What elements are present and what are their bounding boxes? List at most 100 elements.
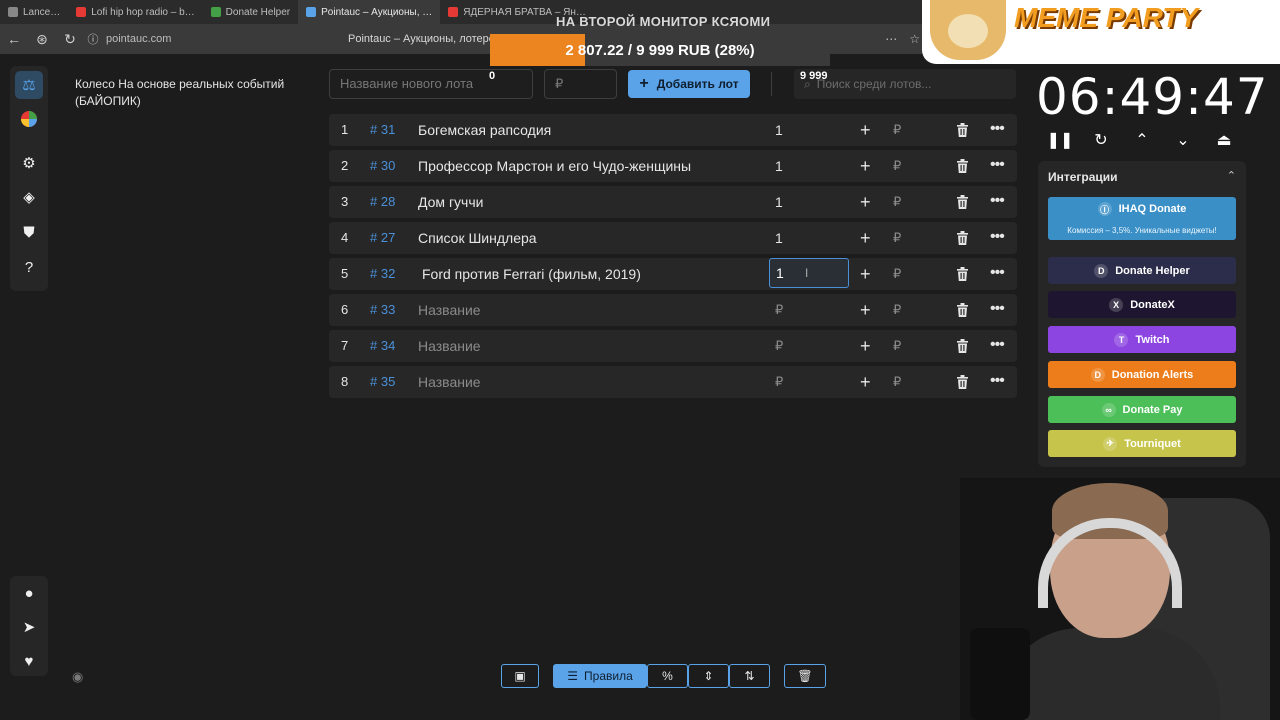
add-amount-icon[interactable]: + [860,222,871,254]
wheel-icon[interactable] [15,105,43,133]
settings-icon[interactable]: ⚙ [15,149,43,177]
more-options-icon[interactable]: ••• [990,222,1005,252]
integration-ihaq-donate-button[interactable]: Ⓘ IHAQ Donate Комиссия – 3,5%. Уникальные … [1048,197,1236,240]
add-amount-icon[interactable]: + [860,258,871,290]
pause-icon[interactable]: ❚❚ [1047,128,1074,152]
delete-icon[interactable] [956,123,970,137]
meme-party-banner: MEME PARTY [922,0,1280,64]
add-amount-icon[interactable]: + [860,150,871,182]
lot-index: 1 [341,122,349,137]
rules-label: Правила [584,669,633,683]
github-icon[interactable]: ● [15,579,43,607]
lot-id: # 32 [370,266,396,281]
eject-icon[interactable]: ⏏ [1212,128,1236,152]
lot-amount[interactable]: 1 [775,186,783,218]
percent-button[interactable]: % [647,664,688,688]
clear-all-button[interactable]: 🗑 [784,664,826,688]
ruble-icon[interactable]: ₽ [893,258,901,290]
help-icon[interactable]: ? [15,253,43,281]
new-lot-price-input[interactable]: ₽ [544,69,617,99]
lot-name[interactable]: Список Шиндлера [418,222,537,254]
lot-amount[interactable]: 1 [775,222,783,254]
delete-icon[interactable] [956,159,970,173]
lot-name[interactable]: Профессор Марстон и его Чудо-женщины [418,150,691,182]
sort-button[interactable]: ⇅ [729,664,770,688]
lot-name[interactable]: Название [418,366,481,398]
lot-amount-input[interactable]: 1 [769,258,849,288]
delete-icon[interactable] [956,267,970,281]
browser-tab[interactable]: Pointauc – Аукционы, … [298,0,441,24]
telegram-icon[interactable]: ➤ [15,613,43,641]
lot-row: 4 # 27 Список Шиндлера 1 + ₽ ••• [329,222,1017,254]
layers-icon[interactable]: ◈ [15,183,43,211]
reset-icon[interactable]: ↻ [1089,128,1113,152]
url-field[interactable]: pointauc.com [106,33,336,45]
delete-icon[interactable] [956,375,970,389]
ruble-icon[interactable]: ₽ [893,222,901,254]
ruble-icon[interactable]: ₽ [893,366,901,398]
add-amount-icon[interactable]: + [860,294,871,326]
left-sidebar: ⚖ ⚙ ◈ ⛊ ? [10,66,48,291]
integration-donation-alerts-button[interactable]: D Donation Alerts [1048,361,1236,388]
ruble-icon[interactable]: ₽ [893,150,901,182]
lot-amount[interactable]: ₽ [775,330,783,362]
more-options-icon[interactable]: ••• [990,186,1005,216]
browser-tab[interactable]: Lance… [0,0,68,24]
lot-index: 8 [341,374,349,389]
more-options-icon[interactable]: ••• [990,366,1005,396]
chevron-up-icon[interactable]: ⌃ [1130,128,1154,152]
rules-button[interactable]: ☰ Правила [553,664,647,688]
add-amount-icon[interactable]: + [860,186,871,218]
add-amount-icon[interactable]: + [860,114,871,146]
bookmark-icon[interactable]: ☆ [909,32,920,46]
more-options-icon[interactable]: ••• [990,114,1005,144]
add-lot-button[interactable]: + Добавить лот [628,70,750,98]
delete-icon[interactable] [956,231,970,245]
lot-name[interactable]: Дом гуччи [418,186,483,218]
integration-donate-helper-button[interactable]: D Donate Helper [1048,257,1236,284]
delete-icon[interactable] [956,303,970,317]
reload-icon[interactable]: ↻ [56,31,84,48]
shield-check-icon[interactable]: ⛊ [15,218,43,246]
lot-name[interactable]: Ford против Ferrari (фильм, 2019) [422,258,641,290]
delete-icon[interactable] [956,195,970,209]
more-options-icon[interactable]: ••• [990,330,1005,360]
ruble-icon[interactable]: ₽ [893,186,901,218]
lot-amount[interactable]: ₽ [775,294,783,326]
lot-amount[interactable]: 1 [775,150,783,182]
ruble-icon[interactable]: ₽ [893,294,901,326]
visibility-icon[interactable]: ◉ [72,669,83,685]
integration-donatex-button[interactable]: X DonateX [1048,291,1236,318]
add-amount-icon[interactable]: + [860,366,871,398]
lot-amount[interactable]: 1 [775,114,783,146]
new-lot-name-input[interactable]: Название нового лота [329,69,533,99]
more-options-icon[interactable]: ••• [990,294,1005,324]
menu-dots-icon[interactable]: ⋯ [885,32,897,46]
integration-tourniquet-button[interactable]: ✈ Tourniquet [1048,430,1236,457]
ruble-icon[interactable]: ₽ [893,330,901,362]
merge-button[interactable]: ⇕ [688,664,729,688]
ruble-icon[interactable]: ₽ [893,114,901,146]
back-icon[interactable]: ← [0,31,28,47]
shield-icon[interactable]: ⊛ [28,31,56,48]
delete-icon[interactable] [956,339,970,353]
site-info-icon[interactable]: ⓘ [84,31,102,47]
integration-twitch-button[interactable]: T Twitch [1048,326,1236,353]
donate-hand-icon[interactable]: ♥ [15,647,43,675]
chevron-down-icon[interactable]: ⌄ [1171,128,1195,152]
more-options-icon[interactable]: ••• [990,150,1005,180]
browser-tab[interactable]: Lofi hip hop radio – b… [68,0,202,24]
integration-donate-pay-button[interactable]: ∞ Donate Pay [1048,396,1236,423]
add-amount-icon[interactable]: + [860,330,871,362]
lot-name[interactable]: Богемская рапсодия [418,114,551,146]
more-options-icon[interactable]: ••• [990,258,1005,288]
collapse-icon[interactable]: ⌃ [1227,169,1236,182]
save-button[interactable]: ▣ [501,664,539,688]
lot-name[interactable]: Название [418,330,481,362]
browser-tab[interactable]: Donate Helper [203,0,298,24]
lot-row: 1 # 31 Богемская рапсодия 1 + ₽ ••• [329,114,1017,146]
auction-hammer-icon[interactable]: ⚖ [15,71,43,99]
lot-name[interactable]: Название [418,294,481,326]
lot-index: 2 [341,158,349,173]
lot-amount[interactable]: ₽ [775,366,783,398]
